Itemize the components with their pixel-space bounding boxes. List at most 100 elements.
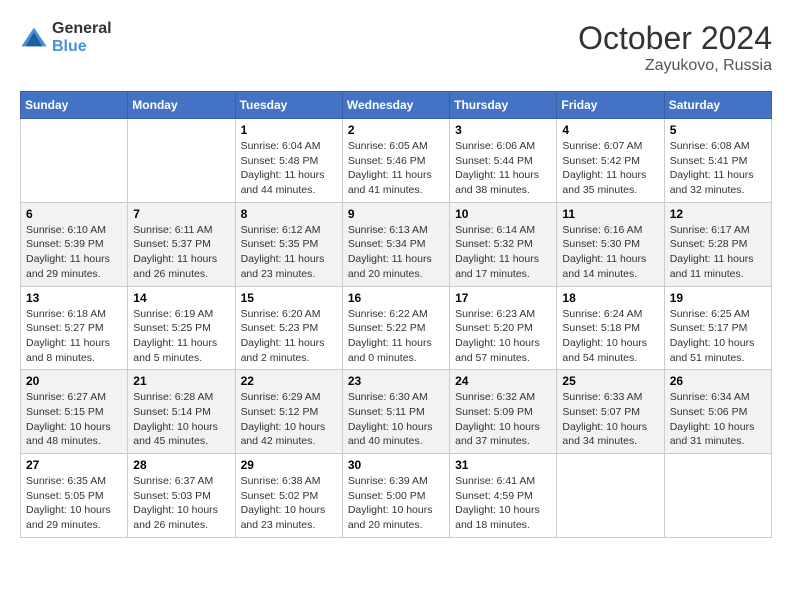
calendar-cell: 14Sunrise: 6:19 AM Sunset: 5:25 PM Dayli…: [128, 286, 235, 370]
calendar-cell: 27 Sunrise: 6:35 AM Sunset: 5:05 PM Dayli…: [21, 454, 128, 538]
weekday-header: Wednesday: [342, 92, 449, 119]
calendar-cell: [128, 119, 235, 203]
calendar-cell: 4 Sunrise: 6:07 AM Sunset: 5:42 PM Daylig…: [557, 119, 664, 203]
logo-icon: [20, 24, 48, 52]
calendar-cell: 8Sunrise: 6:12 AM Sunset: 5:35 PM Daylig…: [235, 202, 342, 286]
calendar-cell: 13 Sunrise: 6:18 AM Sunset: 5:27 PM Dayli…: [21, 286, 128, 370]
calendar-cell: 9 Sunrise: 6:13 AM Sunset: 5:34 PM Daylig…: [342, 202, 449, 286]
day-number: 21: [133, 374, 229, 388]
day-info: Sunrise: 6:10 AM Sunset: 5:39 PM Dayligh…: [26, 223, 122, 282]
weekday-header: Monday: [128, 92, 235, 119]
day-info: Sunrise: 6:05 AM Sunset: 5:46 PM Dayligh…: [348, 139, 444, 198]
day-number: 10: [455, 207, 551, 221]
calendar-cell: [21, 119, 128, 203]
day-info: Sunrise: 6:13 AM Sunset: 5:34 PM Dayligh…: [348, 223, 444, 282]
day-info: Sunrise: 6:23 AM Sunset: 5:20 PM Dayligh…: [455, 307, 551, 366]
page-header: General Blue October 2024 Zayukovo, Russ…: [20, 20, 772, 75]
calendar-cell: 25 Sunrise: 6:33 AM Sunset: 5:07 PM Dayli…: [557, 370, 664, 454]
day-info: Sunrise: 6:12 AM Sunset: 5:35 PM Dayligh…: [241, 223, 337, 282]
day-info: Sunrise: 6:24 AM Sunset: 5:18 PM Dayligh…: [562, 307, 658, 366]
calendar-cell: 2 Sunrise: 6:05 AM Sunset: 5:46 PM Daylig…: [342, 119, 449, 203]
calendar-cell: 18 Sunrise: 6:24 AM Sunset: 5:18 PM Dayli…: [557, 286, 664, 370]
day-number: 2: [348, 123, 444, 137]
calendar-cell: [557, 454, 664, 538]
day-number: 24: [455, 374, 551, 388]
day-info: Sunrise: 6:14 AM Sunset: 5:32 PM Dayligh…: [455, 223, 551, 282]
day-number: 26: [670, 374, 766, 388]
day-number: 7: [133, 207, 229, 221]
calendar-cell: 30 Sunrise: 6:39 AM Sunset: 5:00 PM Dayli…: [342, 454, 449, 538]
day-info: Sunrise: 6:18 AM Sunset: 5:27 PM Dayligh…: [26, 307, 122, 366]
calendar-cell: 12Sunrise: 6:17 AM Sunset: 5:28 PM Dayli…: [664, 202, 771, 286]
calendar-cell: 1Sunrise: 6:04 AM Sunset: 5:48 PM Daylig…: [235, 119, 342, 203]
day-number: 9: [348, 207, 444, 221]
day-number: 3: [455, 123, 551, 137]
calendar-cell: 31Sunrise: 6:41 AM Sunset: 4:59 PM Dayli…: [450, 454, 557, 538]
day-number: 29: [241, 458, 337, 472]
logo-blue: Blue: [52, 38, 87, 55]
day-number: 4: [562, 123, 658, 137]
day-number: 18: [562, 291, 658, 305]
day-info: Sunrise: 6:27 AM Sunset: 5:15 PM Dayligh…: [26, 390, 122, 449]
day-info: Sunrise: 6:20 AM Sunset: 5:23 PM Dayligh…: [241, 307, 337, 366]
day-info: Sunrise: 6:29 AM Sunset: 5:12 PM Dayligh…: [241, 390, 337, 449]
day-number: 6: [26, 207, 122, 221]
calendar-cell: 28 Sunrise: 6:37 AM Sunset: 5:03 PM Dayli…: [128, 454, 235, 538]
day-number: 25: [562, 374, 658, 388]
weekday-header: Sunday: [21, 92, 128, 119]
calendar-header-row: SundayMondayTuesdayWednesdayThursdayFrid…: [21, 92, 772, 119]
day-number: 19: [670, 291, 766, 305]
day-number: 20: [26, 374, 122, 388]
logo: General Blue: [20, 20, 112, 56]
calendar-cell: 11 Sunrise: 6:16 AM Sunset: 5:30 PM Dayli…: [557, 202, 664, 286]
day-number: 17: [455, 291, 551, 305]
day-info: Sunrise: 6:11 AM Sunset: 5:37 PM Dayligh…: [133, 223, 229, 282]
day-info: Sunrise: 6:17 AM Sunset: 5:28 PM Dayligh…: [670, 223, 766, 282]
day-number: 5: [670, 123, 766, 137]
calendar-cell: 5Sunrise: 6:08 AM Sunset: 5:41 PM Daylig…: [664, 119, 771, 203]
calendar-cell: 15Sunrise: 6:20 AM Sunset: 5:23 PM Dayli…: [235, 286, 342, 370]
calendar-cell: 6 Sunrise: 6:10 AM Sunset: 5:39 PM Daylig…: [21, 202, 128, 286]
day-number: 28: [133, 458, 229, 472]
location-title: Zayukovo, Russia: [578, 57, 772, 75]
calendar-cell: 10 Sunrise: 6:14 AM Sunset: 5:32 PM Dayli…: [450, 202, 557, 286]
weekday-header: Tuesday: [235, 92, 342, 119]
day-number: 11: [562, 207, 658, 221]
day-info: Sunrise: 6:28 AM Sunset: 5:14 PM Dayligh…: [133, 390, 229, 449]
title-block: October 2024 Zayukovo, Russia: [578, 20, 772, 75]
calendar-cell: 26Sunrise: 6:34 AM Sunset: 5:06 PM Dayli…: [664, 370, 771, 454]
day-number: 31: [455, 458, 551, 472]
day-number: 30: [348, 458, 444, 472]
day-info: Sunrise: 6:19 AM Sunset: 5:25 PM Dayligh…: [133, 307, 229, 366]
day-info: Sunrise: 6:16 AM Sunset: 5:30 PM Dayligh…: [562, 223, 658, 282]
calendar-cell: 23 Sunrise: 6:30 AM Sunset: 5:11 PM Dayli…: [342, 370, 449, 454]
calendar-cell: 3Sunrise: 6:06 AM Sunset: 5:44 PM Daylig…: [450, 119, 557, 203]
day-info: Sunrise: 6:25 AM Sunset: 5:17 PM Dayligh…: [670, 307, 766, 366]
day-number: 13: [26, 291, 122, 305]
day-number: 1: [241, 123, 337, 137]
calendar-cell: 17 Sunrise: 6:23 AM Sunset: 5:20 PM Dayli…: [450, 286, 557, 370]
day-info: Sunrise: 6:38 AM Sunset: 5:02 PM Dayligh…: [241, 474, 337, 533]
calendar-cell: 21 Sunrise: 6:28 AM Sunset: 5:14 PM Dayli…: [128, 370, 235, 454]
calendar-cell: 19 Sunrise: 6:25 AM Sunset: 5:17 PM Dayli…: [664, 286, 771, 370]
calendar-cell: 29 Sunrise: 6:38 AM Sunset: 5:02 PM Dayli…: [235, 454, 342, 538]
day-info: Sunrise: 6:30 AM Sunset: 5:11 PM Dayligh…: [348, 390, 444, 449]
calendar-cell: 22Sunrise: 6:29 AM Sunset: 5:12 PM Dayli…: [235, 370, 342, 454]
calendar-cell: [664, 454, 771, 538]
calendar-cell: 7 Sunrise: 6:11 AM Sunset: 5:37 PM Daylig…: [128, 202, 235, 286]
day-info: Sunrise: 6:33 AM Sunset: 5:07 PM Dayligh…: [562, 390, 658, 449]
day-number: 23: [348, 374, 444, 388]
calendar-cell: 16 Sunrise: 6:22 AM Sunset: 5:22 PM Dayli…: [342, 286, 449, 370]
calendar-week-row: 20 Sunrise: 6:27 AM Sunset: 5:15 PM Dayli…: [21, 370, 772, 454]
calendar-week-row: 27 Sunrise: 6:35 AM Sunset: 5:05 PM Dayli…: [21, 454, 772, 538]
day-info: Sunrise: 6:07 AM Sunset: 5:42 PM Dayligh…: [562, 139, 658, 198]
day-number: 16: [348, 291, 444, 305]
day-info: Sunrise: 6:39 AM Sunset: 5:00 PM Dayligh…: [348, 474, 444, 533]
day-info: Sunrise: 6:37 AM Sunset: 5:03 PM Dayligh…: [133, 474, 229, 533]
month-title: October 2024: [578, 20, 772, 57]
day-number: 27: [26, 458, 122, 472]
logo-text: General Blue: [52, 20, 112, 56]
day-info: Sunrise: 6:22 AM Sunset: 5:22 PM Dayligh…: [348, 307, 444, 366]
day-info: Sunrise: 6:32 AM Sunset: 5:09 PM Dayligh…: [455, 390, 551, 449]
day-info: Sunrise: 6:35 AM Sunset: 5:05 PM Dayligh…: [26, 474, 122, 533]
